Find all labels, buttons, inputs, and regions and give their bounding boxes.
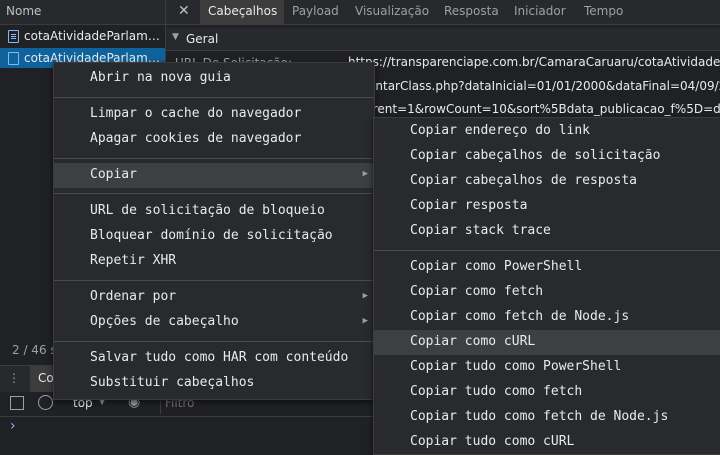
menu-item-copy-link-address[interactable]: Copiar endereço do link <box>374 119 720 144</box>
request-url-value: rrent=1&rowCount=10&sort%5Bdata_publicac… <box>368 102 720 116</box>
menu-item-label: Copiar como fetch <box>410 284 544 299</box>
menu-item-label: Copiar cabeçalhos de resposta <box>410 173 637 188</box>
menu-item-sort-by[interactable]: Ordenar por ▶ <box>54 285 374 310</box>
menu-item-copy-as-fetch[interactable]: Copiar como fetch <box>374 280 720 305</box>
chevron-right-icon: ▶ <box>362 316 368 326</box>
menu-item-label: Copiar tudo como cURL <box>410 434 575 449</box>
name-column-header[interactable]: Nome <box>0 0 165 25</box>
close-icon[interactable]: ✕ <box>178 3 190 19</box>
menu-item-label: Copiar endereço do link <box>410 123 591 138</box>
menu-separator <box>54 341 374 342</box>
menu-item-label: Copiar tudo como PowerShell <box>410 359 622 374</box>
menu-item-copy-response-headers[interactable]: Copiar cabeçalhos de resposta <box>374 169 720 194</box>
menu-item-copy-response[interactable]: Copiar resposta <box>374 194 720 219</box>
menu-separator <box>54 280 374 281</box>
menu-item-copy-request-headers[interactable]: Copiar cabeçalhos de solicitação <box>374 144 720 169</box>
menu-item-label: Copiar tudo como fetch <box>410 384 583 399</box>
menu-item-copy-as-powershell[interactable]: Copiar como PowerShell <box>374 255 720 280</box>
chevron-right-icon: ▶ <box>362 169 368 179</box>
console-prompt: › <box>10 418 16 434</box>
request-count-status: 2 / 46 s <box>12 343 57 357</box>
menu-separator <box>54 193 374 194</box>
menu-item-label: Copiar como cURL <box>410 334 536 349</box>
menu-item-label: Opções de cabeçalho <box>90 314 239 329</box>
menu-item-copy-stack-trace[interactable]: Copiar stack trace <box>374 219 720 244</box>
menu-item-copy-as-node-fetch[interactable]: Copiar como fetch de Node.js <box>374 305 720 330</box>
menu-item-clear-cache[interactable]: Limpar o cache do navegador <box>54 102 374 127</box>
menu-item-copy[interactable]: Copiar ▶ <box>54 163 374 188</box>
menu-item-label: Copiar resposta <box>410 198 528 213</box>
menu-item-label: Ordenar por <box>90 289 177 304</box>
menu-item-label: Copiar como fetch de Node.js <box>410 309 630 324</box>
request-context-menu: Abrir na nova guia Limpar o cache do nav… <box>53 62 375 400</box>
tab-initiator[interactable]: Iniciador <box>514 4 566 18</box>
tab-label: Cabeçalhos <box>208 4 278 18</box>
request-url-value: https://transparenciape.com.br/CamaraCar… <box>348 55 720 69</box>
menu-separator <box>374 250 720 251</box>
menu-item-label: Copiar stack trace <box>410 223 551 238</box>
menu-item-block-request-url[interactable]: URL de solicitação de bloqueio <box>54 199 374 224</box>
tab-label: Co <box>38 371 54 385</box>
menu-item-label: Copiar cabeçalhos de solicitação <box>410 148 661 163</box>
menu-item-open-new-tab[interactable]: Abrir na nova guia <box>54 66 374 91</box>
menu-item-copy-all-as-curl[interactable]: Copiar tudo como cURL <box>374 430 720 455</box>
copy-submenu: Copiar endereço do link Copiar cabeçalho… <box>373 117 720 455</box>
clear-console-icon[interactable] <box>38 395 53 410</box>
tab-headers[interactable]: Cabeçalhos <box>200 0 284 24</box>
sidebar-toggle-icon[interactable] <box>10 396 24 410</box>
menu-item-copy-all-as-node-fetch[interactable]: Copiar tudo como fetch de Node.js <box>374 405 720 430</box>
menu-item-label: Salvar tudo como HAR com conteúdo <box>90 350 349 365</box>
menu-item-label: Abrir na nova guia <box>90 70 231 85</box>
menu-item-label: URL de solicitação de bloqueio <box>90 203 325 218</box>
chevron-right-icon: ▶ <box>362 291 368 301</box>
xhr-icon <box>8 52 19 65</box>
more-icon[interactable]: ⋮ <box>8 371 20 385</box>
menu-item-label: Apagar cookies de navegador <box>90 131 302 146</box>
menu-separator <box>54 97 374 98</box>
section-title: Geral <box>186 32 219 46</box>
menu-item-override-headers[interactable]: Substituir cabeçalhos <box>54 371 374 396</box>
menu-item-label: Substituir cabeçalhos <box>90 375 255 390</box>
menu-item-label: Copiar tudo como fetch de Node.js <box>410 409 669 424</box>
request-url-value: entarClass.php?dataInicial=01/01/2000&da… <box>368 79 720 93</box>
menu-item-save-all-har[interactable]: Salvar tudo como HAR com conteúdo <box>54 346 374 371</box>
tab-response[interactable]: Resposta <box>444 4 499 18</box>
menu-item-label: Copiar como PowerShell <box>410 259 583 274</box>
menu-item-replay-xhr[interactable]: Repetir XHR <box>54 249 374 274</box>
general-section-header[interactable]: ▼ Geral <box>166 28 720 51</box>
tab-timing[interactable]: Tempo <box>584 4 623 18</box>
menu-item-clear-cookies[interactable]: Apagar cookies de navegador <box>54 127 374 152</box>
menu-item-copy-all-as-fetch[interactable]: Copiar tudo como fetch <box>374 380 720 405</box>
chevron-down-icon: ▼ <box>172 32 179 42</box>
menu-item-copy-all-as-powershell[interactable]: Copiar tudo como PowerShell <box>374 355 720 380</box>
menu-item-label: Limpar o cache do navegador <box>90 106 302 121</box>
menu-item-label: Copiar <box>90 167 137 182</box>
menu-item-label: Bloquear domínio de solicitação <box>90 228 333 243</box>
request-row[interactable]: cotaAtividadeParlame... <box>0 26 165 46</box>
tab-payload[interactable]: Payload <box>292 4 339 18</box>
name-column-label: Nome <box>6 4 42 18</box>
menu-item-label: Repetir XHR <box>90 253 177 268</box>
document-icon <box>8 30 19 43</box>
menu-item-copy-as-curl[interactable]: Copiar como cURL <box>374 330 720 355</box>
menu-separator <box>54 158 374 159</box>
menu-item-block-request-domain[interactable]: Bloquear domínio de solicitação <box>54 224 374 249</box>
tab-preview[interactable]: Visualização <box>355 4 429 18</box>
menu-item-header-options[interactable]: Opções de cabeçalho ▶ <box>54 310 374 335</box>
request-name: cotaAtividadeParlame... <box>24 29 160 43</box>
